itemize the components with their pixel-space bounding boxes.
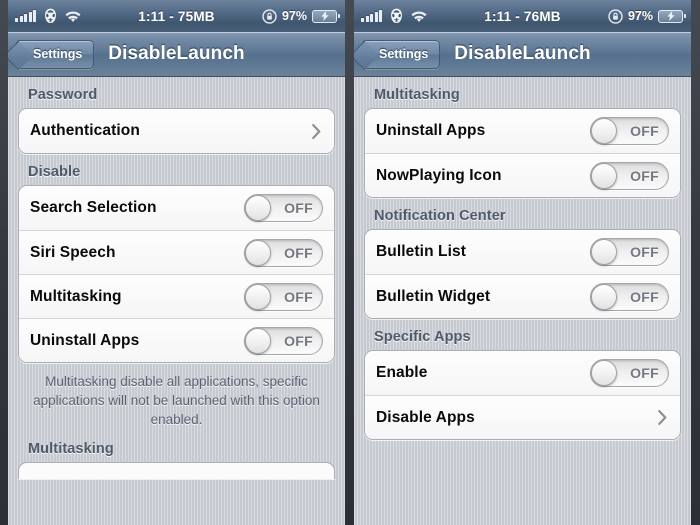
navigation-bar: Settings DisableLaunch <box>354 32 691 77</box>
toggle-bulletin-widget[interactable]: OFF <box>590 282 669 311</box>
toggle-state-label: OFF <box>284 244 313 261</box>
toggle-knob <box>591 360 617 386</box>
toggle-nowplaying-icon[interactable]: OFF <box>590 161 669 190</box>
back-button-settings[interactable]: Settings <box>16 39 95 69</box>
row-label: Multitasking <box>30 287 122 305</box>
settings-group-multitasking-partial <box>18 462 335 479</box>
section-header-multitasking: Multitasking <box>374 87 460 103</box>
row-nowplaying-icon[interactable]: NowPlaying Icon OFF <box>365 153 680 197</box>
rotation-lock-icon <box>608 8 623 24</box>
section-footnote-disable: Multitasking disable all applications, s… <box>33 374 320 427</box>
row-bulletin-list[interactable]: Bulletin List OFF <box>365 230 680 274</box>
settings-group-multitasking: Uninstall Apps OFF NowPlaying Icon OFF <box>364 108 681 198</box>
toggle-uninstall-apps[interactable]: OFF <box>244 326 323 355</box>
toggle-knob <box>245 195 271 221</box>
section-header-specific-apps: Specific Apps <box>374 329 471 345</box>
row-siri-speech[interactable]: Siri Speech OFF <box>19 230 334 274</box>
status-bar: 1:11 - 75MB 97% <box>8 0 345 32</box>
back-button-settings[interactable]: Settings <box>362 39 441 69</box>
status-bar-right: 97% <box>608 0 686 32</box>
toggle-uninstall-apps[interactable]: OFF <box>590 117 669 145</box>
status-bar: 1:11 - 76MB 97% <box>354 0 691 32</box>
section-header-password: Password <box>28 87 98 103</box>
section-header-multitasking: Multitasking <box>28 441 114 457</box>
bezel-left <box>0 0 8 525</box>
toggle-search-selection[interactable]: OFF <box>244 194 323 222</box>
toggle-knob <box>591 162 617 189</box>
toggle-state-label: OFF <box>630 167 659 184</box>
row-label: Search Selection <box>30 199 157 216</box>
back-button-label: Settings <box>33 47 83 61</box>
row-label: Uninstall Apps <box>376 122 486 139</box>
row-disable-apps[interactable]: Disable Apps <box>365 395 680 439</box>
row-label: Authentication <box>30 122 140 139</box>
row-enable[interactable]: Enable OFF <box>365 351 680 395</box>
toggle-state-label: OFF <box>284 332 313 349</box>
toggle-knob <box>591 118 617 144</box>
toggle-multitasking[interactable]: OFF <box>244 282 323 311</box>
toggle-state-label: OFF <box>630 365 659 381</box>
bezel-right <box>691 0 700 525</box>
toggle-state-label: OFF <box>630 244 659 260</box>
toggle-siri-speech[interactable]: OFF <box>244 238 323 267</box>
row-label: Disable Apps <box>376 408 475 426</box>
toggle-knob <box>245 283 271 310</box>
row-uninstall-apps[interactable]: Uninstall Apps OFF <box>365 109 680 153</box>
row-label: Siri Speech <box>30 243 116 261</box>
toggle-state-label: OFF <box>284 288 313 305</box>
chevron-right-icon <box>658 410 667 425</box>
phone-panel-left: 1:11 - 75MB 97% Settings DisableLaunch P… <box>8 0 345 525</box>
toggle-knob <box>245 239 271 266</box>
settings-list[interactable]: Password Authentication Disable Search S… <box>8 77 345 525</box>
row-label: Bulletin List <box>376 243 466 260</box>
row-label: NowPlaying Icon <box>376 166 502 184</box>
settings-group-disable: Search Selection OFF Siri Speech OFF Mul… <box>18 185 335 363</box>
row-multitasking[interactable]: Multitasking OFF <box>19 274 334 318</box>
chevron-right-icon <box>312 123 321 139</box>
row-label: Enable <box>376 364 428 381</box>
toggle-state-label: OFF <box>630 123 659 139</box>
row-label: Bulletin Widget <box>376 287 491 305</box>
bezel-divider <box>345 0 354 525</box>
rotation-lock-icon <box>262 8 277 24</box>
battery-charging-icon <box>312 9 340 23</box>
row-uninstall-apps[interactable]: Uninstall Apps OFF <box>19 318 334 362</box>
row-search-selection[interactable]: Search Selection OFF <box>19 186 334 230</box>
row-bulletin-widget[interactable]: Bulletin Widget OFF <box>365 274 680 318</box>
phone-panel-right: 1:11 - 76MB 97% Settings DisableLaunch M… <box>354 0 691 525</box>
settings-group-specific-apps: Enable OFF Disable Apps <box>364 350 681 440</box>
screenshot-root: 1:11 - 75MB 97% Settings DisableLaunch P… <box>0 0 700 525</box>
toggle-bulletin-list[interactable]: OFF <box>590 238 669 266</box>
section-header-disable: Disable <box>28 164 81 180</box>
settings-group-password: Authentication <box>18 108 335 154</box>
status-bar-right: 97% <box>262 0 340 32</box>
toggle-enable[interactable]: OFF <box>590 359 669 387</box>
battery-percent-label: 97% <box>627 9 653 23</box>
toggle-knob <box>591 283 617 310</box>
toggle-state-label: OFF <box>284 200 313 216</box>
navigation-bar: Settings DisableLaunch <box>8 32 345 77</box>
settings-group-notification-center: Bulletin List OFF Bulletin Widget OFF <box>364 229 681 319</box>
back-button-label: Settings <box>379 47 429 61</box>
settings-list[interactable]: Multitasking Uninstall Apps OFF NowPlayi… <box>354 77 691 525</box>
row-label: Uninstall Apps <box>30 331 140 349</box>
toggle-state-label: OFF <box>630 288 659 305</box>
toggle-knob <box>245 327 271 354</box>
row-authentication[interactable]: Authentication <box>19 109 334 153</box>
section-header-notification-center: Notification Center <box>374 208 506 224</box>
battery-charging-icon <box>658 9 686 23</box>
toggle-knob <box>591 239 617 265</box>
battery-percent-label: 97% <box>281 9 307 23</box>
